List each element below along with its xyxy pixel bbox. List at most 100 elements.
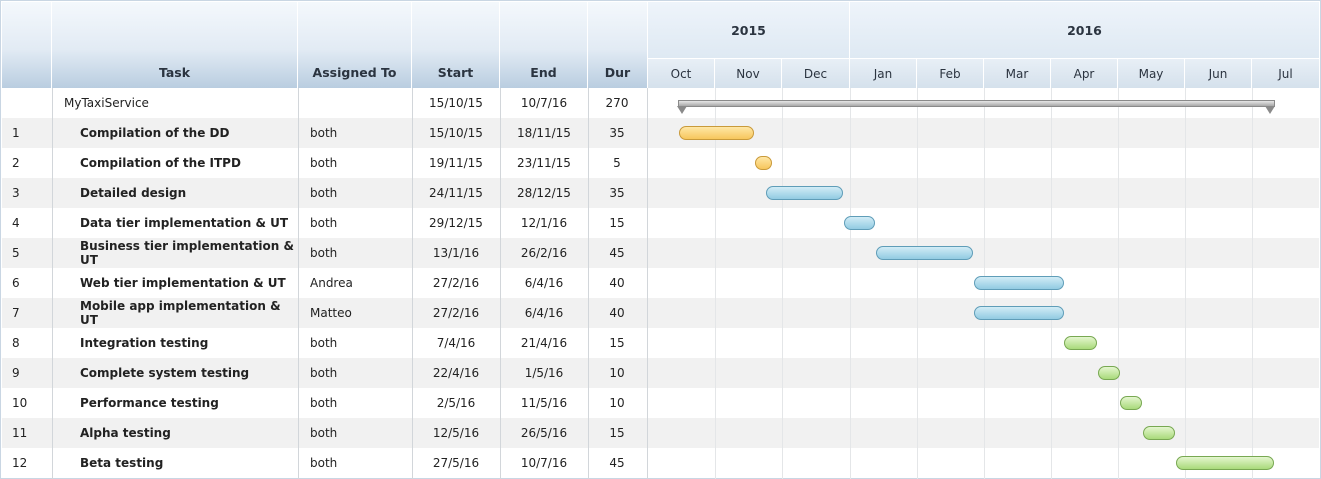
task-row[interactable]: 8 Integration testing both 7/4/16 21/4/1…	[2, 328, 1319, 358]
assigned-to[interactable]: both	[298, 448, 412, 478]
task-bar[interactable]	[844, 216, 875, 230]
task-name[interactable]: Performance testing	[52, 388, 298, 418]
row-number: 2	[12, 156, 20, 170]
task-row[interactable]: 9 Complete system testing both 22/4/16 1…	[2, 358, 1319, 388]
task-bar[interactable]	[1098, 366, 1120, 380]
column-header-assigned[interactable]: Assigned To	[298, 2, 412, 88]
start-date[interactable]: 29/12/15	[412, 208, 500, 238]
end-date[interactable]: 18/11/15	[500, 118, 588, 148]
end-date[interactable]: 10/7/16	[500, 448, 588, 478]
assigned-to[interactable]: Matteo	[298, 298, 412, 328]
task-bar[interactable]	[876, 246, 973, 260]
task-name[interactable]: Compilation of the DD	[52, 118, 298, 148]
task-row[interactable]: 5 Business tier implementation & UT both…	[2, 238, 1319, 268]
row-number: 7	[12, 306, 20, 320]
task-bar[interactable]	[766, 186, 843, 200]
task-row[interactable]: 3 Detailed design both 24/11/15 28/12/15…	[2, 178, 1319, 208]
duration[interactable]: 10	[588, 388, 646, 418]
start-date[interactable]: 15/10/15	[412, 88, 500, 118]
task-name[interactable]: MyTaxiService	[52, 88, 298, 118]
task-bar[interactable]	[1176, 456, 1274, 470]
column-header-duration[interactable]: Dur	[588, 2, 648, 88]
assigned-to[interactable]	[298, 88, 412, 118]
task-row[interactable]: 4 Data tier implementation & UT both 29/…	[2, 208, 1319, 238]
row-number: 6	[12, 276, 20, 290]
start-date[interactable]: 27/2/16	[412, 298, 500, 328]
task-name[interactable]: Detailed design	[52, 178, 298, 208]
duration[interactable]: 45	[588, 448, 646, 478]
column-header-start[interactable]: Start	[412, 2, 500, 88]
assigned-to[interactable]: both	[298, 208, 412, 238]
task-name[interactable]: Mobile app implementation & UT	[52, 298, 298, 328]
task-name[interactable]: Web tier implementation & UT	[52, 268, 298, 298]
task-name[interactable]: Alpha testing	[52, 418, 298, 448]
start-date[interactable]: 7/4/16	[412, 328, 500, 358]
start-date[interactable]: 19/11/15	[412, 148, 500, 178]
duration[interactable]: 35	[588, 118, 646, 148]
end-date[interactable]: 6/4/16	[500, 268, 588, 298]
task-row[interactable]: 6 Web tier implementation & UT Andrea 27…	[2, 268, 1319, 298]
task-row[interactable]: 11 Alpha testing both 12/5/16 26/5/16 15	[2, 418, 1319, 448]
assigned-to[interactable]: both	[298, 388, 412, 418]
month-gridline	[850, 88, 851, 479]
assigned-to[interactable]: Andrea	[298, 268, 412, 298]
task-row[interactable]: 7 Mobile app implementation & UT Matteo …	[2, 298, 1319, 328]
start-date[interactable]: 13/1/16	[412, 238, 500, 268]
assigned-to[interactable]: both	[298, 178, 412, 208]
end-date[interactable]: 6/4/16	[500, 298, 588, 328]
task-bar[interactable]	[1064, 336, 1097, 350]
end-date[interactable]: 28/12/15	[500, 178, 588, 208]
end-date[interactable]: 26/2/16	[500, 238, 588, 268]
task-row[interactable]: 2 Compilation of the ITPD both 19/11/15 …	[2, 148, 1319, 178]
task-bar[interactable]	[1120, 396, 1142, 410]
duration[interactable]: 10	[588, 358, 646, 388]
task-row[interactable]: 12 Beta testing both 27/5/16 10/7/16 45	[2, 448, 1319, 478]
column-header-end[interactable]: End	[500, 2, 588, 88]
duration[interactable]: 35	[588, 178, 646, 208]
assigned-to[interactable]: both	[298, 118, 412, 148]
start-date[interactable]: 15/10/15	[412, 118, 500, 148]
end-date[interactable]: 26/5/16	[500, 418, 588, 448]
start-date[interactable]: 27/2/16	[412, 268, 500, 298]
start-date[interactable]: 24/11/15	[412, 178, 500, 208]
column-header-number[interactable]	[2, 2, 52, 88]
task-bar[interactable]	[679, 126, 754, 140]
assigned-to[interactable]: both	[298, 418, 412, 448]
assigned-to[interactable]: both	[298, 148, 412, 178]
task-bar[interactable]	[755, 156, 772, 170]
task-name[interactable]: Integration testing	[52, 328, 298, 358]
task-row[interactable]: 1 Compilation of the DD both 15/10/15 18…	[2, 118, 1319, 148]
duration[interactable]: 15	[588, 208, 646, 238]
end-date[interactable]: 11/5/16	[500, 388, 588, 418]
start-date[interactable]: 27/5/16	[412, 448, 500, 478]
duration[interactable]: 40	[588, 298, 646, 328]
duration[interactable]: 5	[588, 148, 646, 178]
duration[interactable]: 15	[588, 418, 646, 448]
end-date[interactable]: 10/7/16	[500, 88, 588, 118]
duration[interactable]: 270	[588, 88, 646, 118]
task-name[interactable]: Beta testing	[52, 448, 298, 478]
end-date[interactable]: 23/11/15	[500, 148, 588, 178]
task-bar[interactable]	[974, 276, 1064, 290]
end-date[interactable]: 21/4/16	[500, 328, 588, 358]
task-name[interactable]: Compilation of the ITPD	[52, 148, 298, 178]
end-date[interactable]: 1/5/16	[500, 358, 588, 388]
assigned-to[interactable]: both	[298, 358, 412, 388]
task-bar[interactable]	[974, 306, 1064, 320]
row-number: 3	[12, 186, 20, 200]
task-bar[interactable]	[1143, 426, 1175, 440]
start-date[interactable]: 22/4/16	[412, 358, 500, 388]
summary-bar[interactable]	[678, 100, 1275, 107]
assigned-to[interactable]: both	[298, 238, 412, 268]
start-date[interactable]: 12/5/16	[412, 418, 500, 448]
duration[interactable]: 15	[588, 328, 646, 358]
duration[interactable]: 45	[588, 238, 646, 268]
task-name[interactable]: Complete system testing	[52, 358, 298, 388]
assigned-to[interactable]: both	[298, 328, 412, 358]
column-header-task[interactable]: Task	[52, 2, 298, 88]
end-date[interactable]: 12/1/16	[500, 208, 588, 238]
duration[interactable]: 40	[588, 268, 646, 298]
task-name[interactable]: Business tier implementation & UT	[52, 238, 298, 268]
task-name[interactable]: Data tier implementation & UT	[52, 208, 298, 238]
start-date[interactable]: 2/5/16	[412, 388, 500, 418]
